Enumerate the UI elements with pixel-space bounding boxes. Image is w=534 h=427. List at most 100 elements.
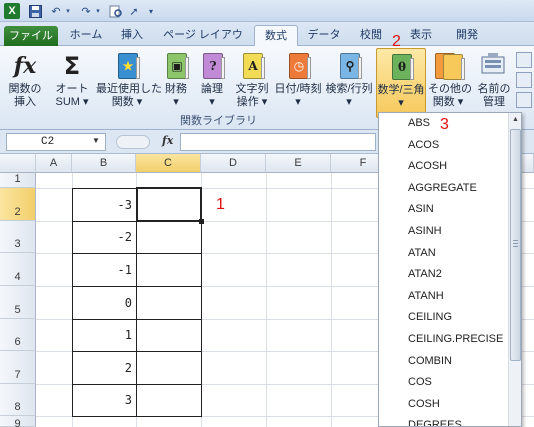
menu-item-atanh[interactable]: ATANH: [379, 286, 509, 308]
cell-b7[interactable]: 2: [72, 361, 136, 375]
menu-item-asin[interactable]: ASIN: [379, 199, 509, 221]
math-trig-button[interactable]: θ 数学/三角 ▾: [376, 48, 426, 118]
define-name-icon[interactable]: [516, 52, 532, 68]
tab-page-layout[interactable]: ページ レイアウト: [160, 25, 246, 61]
menu-item-degrees[interactable]: DEGREES: [379, 415, 509, 426]
text-functions-label-2: 操作 ▾: [236, 96, 268, 108]
tab-file[interactable]: ファイル: [4, 26, 58, 46]
redo-dropdown-icon[interactable]: ▾: [94, 3, 102, 19]
column-header-d[interactable]: D: [201, 154, 266, 173]
row-header-7-label: 7: [14, 369, 21, 381]
date-time-label-1: 日付/時刻: [274, 83, 322, 95]
row-header-7[interactable]: 7: [0, 351, 36, 384]
text-functions-button[interactable]: A 文字列 操作 ▾: [232, 48, 272, 118]
tab-data[interactable]: データ: [304, 25, 344, 46]
autosum-button[interactable]: Σ オート SUM ▾: [50, 48, 94, 118]
math-trig-label-2: ▾: [398, 97, 404, 109]
name-manager-button[interactable]: 名前の 管理: [474, 48, 514, 118]
insert-function-button[interactable]: fx 関数の 挿入: [4, 48, 46, 118]
cell-b8[interactable]: 3: [72, 393, 136, 407]
defined-names-small-icons[interactable]: [516, 52, 532, 108]
row-header-9-label: 9: [14, 418, 21, 427]
more-functions-button[interactable]: その他の 関数 ▾: [428, 48, 472, 118]
row-header-2[interactable]: 2: [0, 188, 36, 221]
menu-item-atan[interactable]: ATAN: [379, 243, 509, 265]
use-in-formula-icon[interactable]: [516, 72, 532, 88]
scrollbar-thumb[interactable]: [510, 129, 521, 361]
tab-review[interactable]: 校閲: [354, 25, 388, 46]
more-functions-icon: [433, 51, 465, 81]
active-cell-c2[interactable]: [136, 187, 202, 222]
select-all-corner[interactable]: [0, 154, 36, 173]
insert-function-fx-icon[interactable]: fx: [162, 134, 173, 147]
scroll-up-arrow-icon[interactable]: ▲: [510, 113, 521, 126]
financial-label-2: ▾: [173, 96, 179, 108]
row-header-1[interactable]: 1: [0, 173, 36, 188]
column-header-a[interactable]: A: [36, 154, 72, 173]
redo-icon[interactable]: ↷: [78, 3, 94, 19]
tab-insert[interactable]: 挿入: [114, 25, 150, 46]
cell-b5[interactable]: 0: [72, 296, 136, 310]
menu-item-acosh[interactable]: ACOSH: [379, 156, 509, 178]
name-manager-icon: [479, 51, 509, 81]
cell-b6[interactable]: 1: [72, 328, 136, 342]
name-manager-label-2: 管理: [483, 96, 505, 108]
cursor-icon[interactable]: ➚: [128, 3, 140, 19]
table-inner-hline: [72, 351, 202, 352]
name-manager-label-1: 名前の: [477, 83, 511, 95]
row-header-5[interactable]: 5: [0, 286, 36, 319]
customize-toolbar-icon[interactable]: ▾: [146, 3, 156, 19]
annotation-1: 1: [216, 196, 225, 213]
undo-icon[interactable]: ↶: [48, 3, 64, 19]
row-header-8[interactable]: 8: [0, 384, 36, 416]
menu-item-aggregate[interactable]: AGGREGATE: [379, 178, 509, 200]
tab-home[interactable]: ホーム: [64, 25, 108, 46]
lookup-label-1: 検索/行列: [325, 83, 373, 95]
menu-item-acos[interactable]: ACOS: [379, 135, 509, 157]
thumb-grip-icon: [513, 240, 518, 241]
excel-app-icon[interactable]: X: [4, 3, 20, 19]
menu-item-atan2[interactable]: ATAN2: [379, 264, 509, 286]
financial-button[interactable]: ▣ 財務 ▾: [160, 48, 192, 118]
cell-b2[interactable]: -3: [72, 198, 136, 212]
menu-item-combin[interactable]: COMBIN: [379, 351, 509, 373]
menu-item-cos[interactable]: COS: [379, 372, 509, 394]
formula-input[interactable]: [180, 133, 376, 151]
recent-functions-button[interactable]: ★ 最近使用した 関数 ▾: [96, 48, 162, 118]
menu-item-ceiling[interactable]: CEILING: [379, 307, 509, 329]
column-header-b[interactable]: B: [72, 154, 136, 173]
financial-icon: ▣: [161, 51, 191, 81]
row-header-6[interactable]: 6: [0, 319, 36, 351]
name-box-dropdown-icon[interactable]: ▼: [92, 136, 100, 145]
fill-handle[interactable]: [199, 219, 204, 224]
thumb-grip-icon: [513, 243, 518, 244]
cell-b4[interactable]: -1: [72, 263, 136, 277]
save-icon[interactable]: [28, 3, 42, 19]
recent-functions-label-1: 最近使用した: [96, 83, 162, 95]
row-header-2-label: 2: [14, 206, 21, 218]
tab-view[interactable]: 表示: [404, 25, 438, 46]
menu-item-cosh[interactable]: COSH: [379, 394, 509, 416]
column-header-e[interactable]: E: [266, 154, 331, 173]
insert-function-label-2: 挿入: [14, 96, 36, 108]
date-time-button[interactable]: ◷ 日付/時刻 ▾: [274, 48, 322, 118]
create-from-selection-icon[interactable]: [516, 92, 532, 108]
row-header-3[interactable]: 3: [0, 221, 36, 253]
logical-button[interactable]: ? 論理 ▾: [196, 48, 228, 118]
cell-b3[interactable]: -2: [72, 230, 136, 244]
column-header-c[interactable]: C: [136, 154, 201, 173]
menu-item-asinh[interactable]: ASINH: [379, 221, 509, 243]
menu-item-ceiling-precise[interactable]: CEILING.PRECISE: [379, 329, 509, 351]
tab-developer[interactable]: 開発: [450, 25, 484, 46]
print-preview-icon[interactable]: [108, 3, 124, 19]
table-inner-hline: [72, 384, 202, 385]
dropdown-scrollbar[interactable]: ▲: [508, 113, 521, 426]
logical-label-2: ▾: [209, 96, 215, 108]
undo-dropdown-icon[interactable]: ▾: [64, 3, 72, 19]
lookup-reference-button[interactable]: ⚲ 検索/行列 ▾: [324, 48, 374, 118]
tab-formulas[interactable]: 数式: [254, 25, 298, 47]
formula-bar-splitter[interactable]: [116, 135, 150, 149]
row-header-4[interactable]: 4: [0, 253, 36, 286]
row-header-9[interactable]: 9: [0, 416, 36, 427]
name-box[interactable]: C2: [6, 133, 106, 151]
